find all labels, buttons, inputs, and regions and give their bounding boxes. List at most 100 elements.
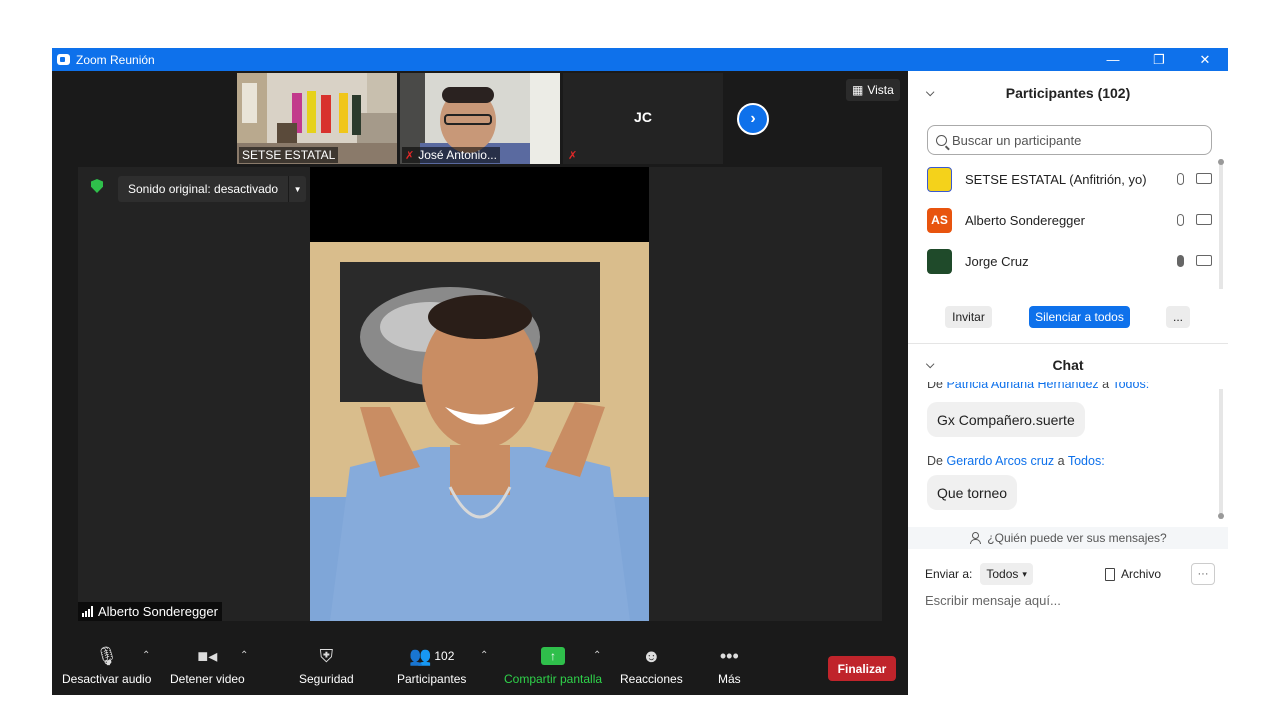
minimize-button[interactable]: — — [1090, 48, 1136, 71]
collapse-chevron-icon[interactable]: ⌵ — [926, 359, 934, 372]
mute-audio-button[interactable]: 🎙 Desactivar audio — [62, 642, 151, 695]
reactions-label: Reacciones — [620, 672, 683, 686]
invite-button[interactable]: Invitar — [945, 306, 992, 328]
chat-header: ⌵ Chat — [908, 345, 1228, 385]
search-placeholder: Buscar un participante — [952, 132, 1082, 148]
end-meeting-button[interactable]: Finalizar — [828, 656, 896, 681]
reactions-button[interactable]: ☻ Reacciones — [620, 642, 683, 695]
speaker-video-image — [310, 167, 649, 621]
share-screen-icon: ↑ — [541, 647, 566, 665]
video-camera-icon[interactable] — [1196, 173, 1212, 184]
chat-message-meta: De Gerardo Arcos cruz a Todos: — [927, 454, 1105, 468]
participant-search-input[interactable]: Buscar un participante — [927, 125, 1212, 155]
send-to-row: Enviar a: Todos ▾ Archivo ··· — [925, 563, 1215, 585]
side-panel: ⌵ Participantes (102) Buscar un particip… — [908, 71, 1228, 672]
more-button[interactable]: ••• Más — [718, 642, 741, 695]
chevron-down-icon: ▾ — [1022, 568, 1027, 579]
title-bar: Zoom Reunión — ❐ ✕ — [52, 48, 1228, 71]
restore-button[interactable]: ❐ — [1136, 48, 1182, 71]
participant-name: SETSE ESTATAL (Anfitrión, yo) — [965, 171, 1147, 187]
avatar — [927, 248, 952, 274]
stop-video-button[interactable]: ■◂ Detener video — [170, 642, 245, 695]
grid-icon: ▦ — [852, 83, 864, 97]
chat-sender[interactable]: Patricia Adriana Hernández — [946, 382, 1098, 391]
thumbnail-muted-label: ✗ — [565, 148, 580, 163]
security-label: Seguridad — [299, 672, 354, 686]
chat-recipient[interactable]: Todos: — [1068, 454, 1105, 468]
participants-more-button[interactable]: ... — [1166, 306, 1190, 328]
send-to-label: Enviar a: — [925, 567, 973, 581]
zoom-window: Zoom Reunión — ❐ ✕ SETSE ESTATAL ✗ José … — [52, 48, 1228, 695]
chat-scrollbar[interactable] — [1218, 389, 1224, 519]
security-button[interactable]: ⛨ Seguridad — [299, 642, 354, 695]
microphone-icon[interactable] — [1177, 214, 1184, 226]
active-speaker-label: Alberto Sonderegger — [78, 602, 222, 621]
participants-options-caret-icon[interactable]: ⌃ — [480, 650, 488, 661]
chat-more-button[interactable]: ··· — [1191, 563, 1215, 585]
chat-sender[interactable]: Gerardo Arcos cruz — [946, 454, 1054, 468]
chevron-down-icon[interactable]: ▼ — [288, 176, 306, 202]
who-can-see-messages[interactable]: ¿Quién puede ver sus mensajes? — [908, 527, 1228, 549]
microphone-icon[interactable] — [1177, 173, 1184, 185]
collapse-chevron-icon[interactable]: ⌵ — [926, 87, 934, 100]
video-options-caret-icon[interactable]: ⌃ — [240, 650, 248, 661]
signal-strength-icon — [82, 606, 93, 617]
participants-label: Participantes — [397, 672, 467, 686]
active-speaker-video: Sonido original: desactivado ▼ Alberto S… — [78, 167, 882, 621]
participants-button[interactable]: 👥 102 Participantes — [397, 642, 466, 695]
zoom-app-icon — [57, 54, 70, 65]
avatar — [927, 166, 952, 192]
participant-row[interactable]: SETSE ESTATAL (Anfitrión, yo) — [927, 162, 1212, 196]
share-screen-button[interactable]: ↑ Compartir pantalla — [504, 642, 602, 695]
original-sound-dropdown[interactable]: Sonido original: desactivado ▼ — [118, 176, 307, 202]
participant-row[interactable]: Jorge Cruz — [927, 244, 1212, 278]
active-speaker-name: Alberto Sonderegger — [98, 604, 218, 619]
more-label: Más — [718, 672, 741, 686]
participant-row[interactable]: AS Alberto Sonderegger — [927, 203, 1212, 237]
meeting-toolbar: 🎙 Desactivar audio ⌃ ■◂ Detener video ⌃ … — [52, 642, 908, 695]
send-to-dropdown[interactable]: Todos ▾ — [980, 563, 1033, 585]
participant-name: Jorge Cruz — [965, 253, 1029, 269]
file-label: Archivo — [1121, 567, 1162, 581]
view-button[interactable]: ▦ Vista — [846, 79, 900, 101]
thumbnail-jose-antonio[interactable]: ✗ José Antonio... — [400, 73, 560, 164]
file-button[interactable]: Archivo — [1105, 567, 1161, 581]
video-camera-icon[interactable] — [1196, 255, 1212, 266]
person-icon — [969, 532, 982, 544]
chat-message: Que torneo — [927, 475, 1018, 510]
participants-scrollbar[interactable] — [1218, 159, 1224, 289]
audio-options-caret-icon[interactable]: ⌃ — [142, 650, 150, 661]
mute-all-button[interactable]: Silenciar a todos — [1029, 306, 1130, 328]
chat-title: Chat — [1052, 357, 1084, 373]
participants-title: Participantes (102) — [1005, 85, 1131, 101]
thumbnail-jc[interactable]: JC ✗ — [563, 73, 723, 164]
chat-message-input[interactable]: Escribir mensaje aquí... — [925, 593, 1061, 608]
thumbnail-name-label: ✗ José Antonio... — [402, 147, 500, 163]
close-button[interactable]: ✕ — [1182, 48, 1228, 71]
video-camera-icon: ■◂ — [197, 645, 218, 666]
send-to-value: Todos — [986, 567, 1019, 581]
thumbnail-initials: JC — [634, 109, 652, 125]
participants-header: ⌵ Participantes (102) — [908, 73, 1228, 113]
view-button-label: Vista — [867, 83, 894, 97]
participants-count: 102 — [434, 649, 455, 663]
avatar: AS — [927, 207, 952, 233]
original-sound-label: Sonido original: desactivado — [128, 182, 279, 196]
chat-message-meta: De Patricia Adriana Hernández a Todos: — [927, 382, 1149, 392]
chat-recipient[interactable]: Todos: — [1112, 382, 1149, 391]
share-options-caret-icon[interactable]: ⌃ — [593, 650, 601, 661]
microphone-icon[interactable] — [1177, 255, 1184, 267]
muted-mic-icon: ✗ — [568, 150, 578, 162]
next-page-arrow-icon[interactable]: › — [737, 103, 769, 135]
file-icon — [1105, 567, 1115, 581]
security-shield-icon: ⛨ — [319, 645, 334, 666]
video-camera-icon[interactable] — [1196, 214, 1212, 225]
window-controls: — ❐ ✕ — [1090, 48, 1228, 71]
share-screen-label: Compartir pantalla — [504, 672, 603, 686]
thumbnail-setse-estatal[interactable]: SETSE ESTATAL — [237, 73, 397, 164]
speaker-video-frame — [310, 167, 649, 621]
window-title: Zoom Reunión — [76, 52, 155, 67]
thumbnail-name: SETSE ESTATAL — [242, 148, 336, 162]
mute-audio-label: Desactivar audio — [62, 672, 152, 686]
thumbnail-name: José Antonio... — [418, 148, 497, 162]
